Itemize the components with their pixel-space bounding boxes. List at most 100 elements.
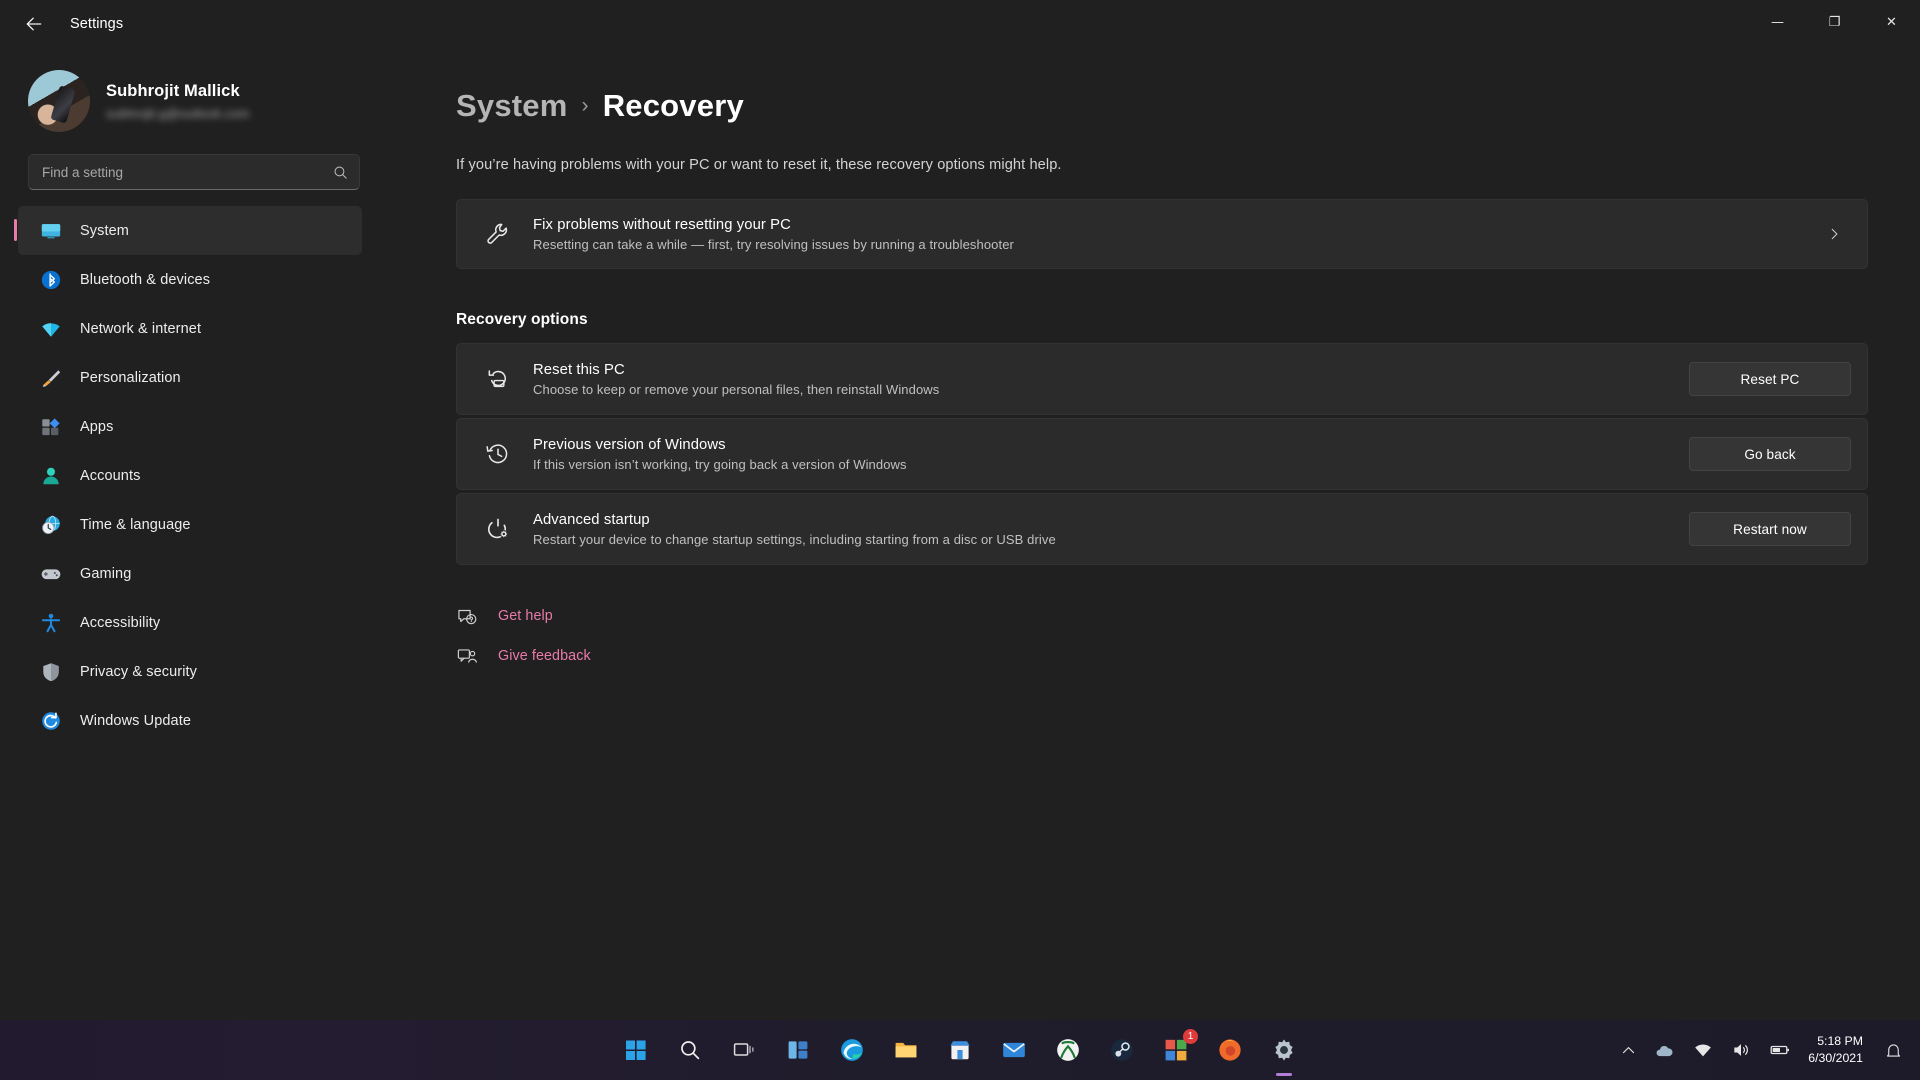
taskbar-office-button[interactable]: 1	[1156, 1029, 1198, 1070]
tray-wifi-button[interactable]	[1686, 1028, 1720, 1072]
notification-bell-icon	[1886, 1043, 1901, 1057]
avatar	[28, 70, 90, 132]
option-title: Previous version of Windows	[533, 436, 726, 453]
troubleshoot-title: Fix problems without resetting your PC	[533, 216, 791, 233]
onedrive-cloud-icon	[1656, 1045, 1673, 1056]
tray-expand-button[interactable]	[1614, 1028, 1643, 1072]
taskbar-start-button[interactable]	[616, 1030, 656, 1070]
search-input[interactable]	[42, 164, 332, 180]
get-help-link[interactable]: Get help	[456, 605, 553, 627]
sidebar-item-accessibility[interactable]: Accessibility	[18, 598, 362, 647]
taskbar-clock[interactable]: 5:18 PM 6/30/2021	[1802, 1034, 1873, 1066]
gamepad-icon	[41, 568, 61, 579]
profile-block[interactable]: Subhrojit Mallick subhrojit.g@outlook.co…	[18, 48, 400, 150]
steam-icon	[1111, 1039, 1133, 1061]
sidebar-item-gaming[interactable]: Gaming	[18, 549, 362, 598]
get-help-label: Get help	[498, 608, 553, 624]
reset-pc-button[interactable]: Reset PC	[1689, 362, 1851, 396]
minimize-button[interactable]: —	[1749, 0, 1806, 44]
back-arrow-icon	[26, 17, 42, 31]
sidebar-item-label: Apps	[80, 418, 114, 435]
tray-onedrive-button[interactable]	[1647, 1028, 1682, 1072]
chevron-right-icon	[1831, 228, 1838, 240]
sidebar-item-network-internet[interactable]: Network & internet	[18, 304, 362, 353]
tray-battery-button[interactable]	[1762, 1028, 1798, 1072]
apps-icon	[42, 417, 60, 435]
person-icon	[43, 467, 59, 484]
taskbar-task-view-button[interactable]	[724, 1030, 764, 1070]
close-button[interactable]: ✕	[1863, 0, 1920, 44]
tray-notifications-button[interactable]	[1877, 1028, 1910, 1072]
option-title: Advanced startup	[533, 511, 650, 528]
caption-buttons: — ❐ ✕	[1749, 0, 1920, 44]
search-icon	[681, 1041, 700, 1060]
card-icon-wrap	[483, 221, 513, 247]
sidebar-item-label: Bluetooth & devices	[80, 271, 211, 288]
taskbar-microsoft-store-button[interactable]	[940, 1030, 980, 1070]
taskbar-buttons: 1	[616, 1029, 1304, 1070]
accessibility-icon	[41, 613, 61, 632]
maximize-button[interactable]: ❐	[1806, 0, 1863, 44]
xbox-icon	[1057, 1039, 1079, 1061]
taskbar-xbox-button[interactable]	[1048, 1030, 1088, 1070]
chevron-up-icon	[1623, 1046, 1635, 1053]
taskbar-widgets-button[interactable]	[778, 1030, 818, 1070]
file-explorer-icon	[895, 1042, 917, 1058]
breadcrumb-system[interactable]: System	[456, 88, 568, 124]
taskbar-steam-button[interactable]	[1102, 1030, 1142, 1070]
option-row-advanced-startup: Advanced startup Restart your device to …	[456, 493, 1868, 565]
sidebar-item-personalization[interactable]: Personalization	[18, 353, 362, 402]
sidebar-item-label: Accounts	[80, 467, 141, 484]
taskbar-settings-button[interactable]	[1264, 1030, 1304, 1070]
sidebar-item-system[interactable]: System	[14, 206, 362, 255]
main-content: System › Recovery If you’re having probl…	[400, 48, 1920, 1020]
breadcrumb-separator-icon: ›	[581, 94, 589, 117]
clock-date: 6/30/2021	[1808, 1050, 1863, 1065]
volume-icon	[1734, 1044, 1749, 1056]
sidebar-item-label: Network & internet	[80, 320, 202, 337]
widgets-icon	[788, 1041, 808, 1059]
wrench-icon	[487, 223, 508, 244]
taskbar: 1 5:18 PM 6/30/2021	[0, 1020, 1920, 1080]
battery-icon	[1770, 1045, 1790, 1055]
store-icon	[950, 1041, 970, 1060]
sidebar-item-label: System	[80, 222, 129, 239]
edge-browser-icon	[841, 1039, 863, 1061]
sidebar-item-bluetooth-devices[interactable]: Bluetooth & devices	[18, 255, 362, 304]
power-gear-icon	[487, 518, 508, 539]
sidebar-item-windows-update[interactable]: Windows Update	[18, 696, 362, 745]
give-feedback-link[interactable]: Give feedback	[456, 645, 591, 667]
taskbar-search-button[interactable]	[670, 1030, 710, 1070]
settings-gear-icon	[1275, 1039, 1293, 1061]
search-box[interactable]	[28, 154, 360, 190]
title-bar: Settings — ❐ ✕	[0, 0, 1920, 48]
sidebar-item-privacy-security[interactable]: Privacy & security	[18, 647, 362, 696]
page-title: Recovery	[602, 88, 744, 123]
wifi-icon	[42, 322, 60, 337]
option-title: Reset this PC	[533, 361, 625, 378]
troubleshoot-card[interactable]: Fix problems without resetting your PC R…	[456, 199, 1868, 269]
sidebar-item-accounts[interactable]: Accounts	[18, 451, 362, 500]
sidebar-item-label: Windows Update	[80, 712, 192, 729]
sidebar-item-apps[interactable]: Apps	[18, 402, 362, 451]
profile-email: subhrojit.g@outlook.com	[106, 105, 250, 121]
section-title-recovery-options: Recovery options	[456, 311, 588, 328]
settings-window: Settings — ❐ ✕ Subhrojit Mallick subhroj…	[0, 0, 1920, 1020]
option-subtitle: If this version isn’t working, try going…	[533, 456, 907, 472]
restart-now-button[interactable]: Restart now	[1689, 512, 1851, 546]
go-back-button[interactable]: Go back	[1689, 437, 1851, 471]
back-button[interactable]	[14, 6, 54, 42]
task-view-icon	[733, 1043, 754, 1056]
sidebar-item-label: Accessibility	[80, 614, 161, 631]
taskbar-firefox-button[interactable]	[1210, 1030, 1250, 1070]
reset-pc-icon	[488, 370, 507, 388]
taskbar-file-explorer-button[interactable]	[886, 1030, 926, 1070]
tray-volume-button[interactable]	[1724, 1028, 1758, 1072]
sidebar-item-time-language[interactable]: Time & language	[18, 500, 362, 549]
windows-start-icon	[626, 1040, 646, 1060]
history-clock-icon	[486, 444, 508, 464]
taskbar-mail-button[interactable]	[994, 1030, 1034, 1070]
taskbar-edge-button[interactable]	[832, 1030, 872, 1070]
profile-name: Subhrojit Mallick	[106, 81, 240, 100]
sidebar-item-label: Gaming	[80, 565, 132, 582]
